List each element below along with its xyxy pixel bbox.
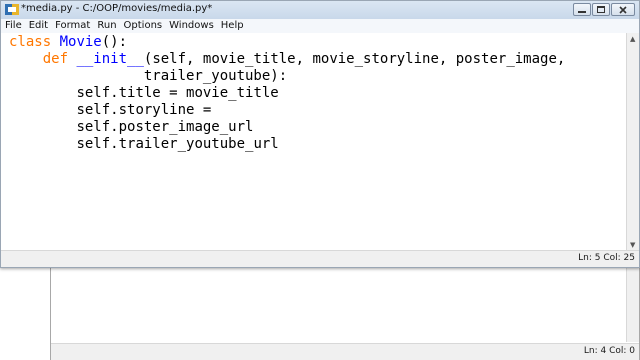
background-status-bar: Ln: 4 Col: 0: [51, 343, 639, 360]
minimize-icon[interactable]: [573, 3, 591, 16]
menu-edit[interactable]: Edit: [25, 19, 51, 31]
code-line-5: self.storyline =: [76, 102, 212, 118]
scroll-up-icon[interactable]: ▲: [630, 35, 635, 43]
code-text[interactable]: class Movie(): def __init__(self, movie_…: [9, 34, 565, 153]
title-bar[interactable]: *media.py - C:/OOP/movies/media.py*: [1, 1, 639, 19]
menu-bar: File Edit Format Run Options Windows Help: [1, 19, 639, 33]
class-name: Movie: [59, 34, 102, 50]
code-line-4: self.title = movie_title: [76, 85, 279, 101]
menu-run[interactable]: Run: [93, 19, 119, 31]
vertical-scrollbar[interactable]: ▲ ▼: [626, 33, 639, 251]
keyword-class: class: [9, 34, 52, 50]
code-editor[interactable]: class Movie(): def __init__(self, movie_…: [1, 33, 627, 251]
maximize-icon[interactable]: [592, 3, 610, 16]
menu-help[interactable]: Help: [217, 19, 247, 31]
editor-window[interactable]: *media.py - C:/OOP/movies/media.py* File…: [0, 0, 640, 268]
function-name: __init__: [76, 51, 144, 67]
status-bar: Ln: 5 Col: 25: [1, 250, 639, 267]
background-scrollbar[interactable]: [626, 262, 639, 342]
code-line-2-rest: (self, movie_title, movie_storyline, pos…: [143, 51, 566, 67]
cursor-position: Ln: 5 Col: 25: [578, 253, 635, 263]
code-line-3: trailer_youtube):: [143, 68, 288, 84]
scroll-down-icon[interactable]: ▼: [630, 241, 635, 249]
menu-options[interactable]: Options: [120, 19, 166, 31]
code-line-6: self.poster_image_url: [76, 119, 254, 135]
code-line-1-rest: ():: [101, 34, 128, 50]
code-line-7: self.trailer_youtube_url: [76, 136, 279, 152]
close-icon[interactable]: [611, 3, 635, 16]
menu-format[interactable]: Format: [51, 19, 93, 31]
python-idle-icon: [5, 4, 19, 15]
window-controls: [573, 3, 635, 16]
window-title: *media.py - C:/OOP/movies/media.py*: [21, 3, 213, 14]
menu-windows[interactable]: Windows: [165, 19, 217, 31]
menu-file[interactable]: File: [1, 19, 25, 31]
background-cursor-position: Ln: 4 Col: 0: [583, 346, 635, 356]
background-idle-window[interactable]: Ln: 4 Col: 0: [50, 262, 640, 360]
keyword-def: def: [42, 51, 69, 67]
